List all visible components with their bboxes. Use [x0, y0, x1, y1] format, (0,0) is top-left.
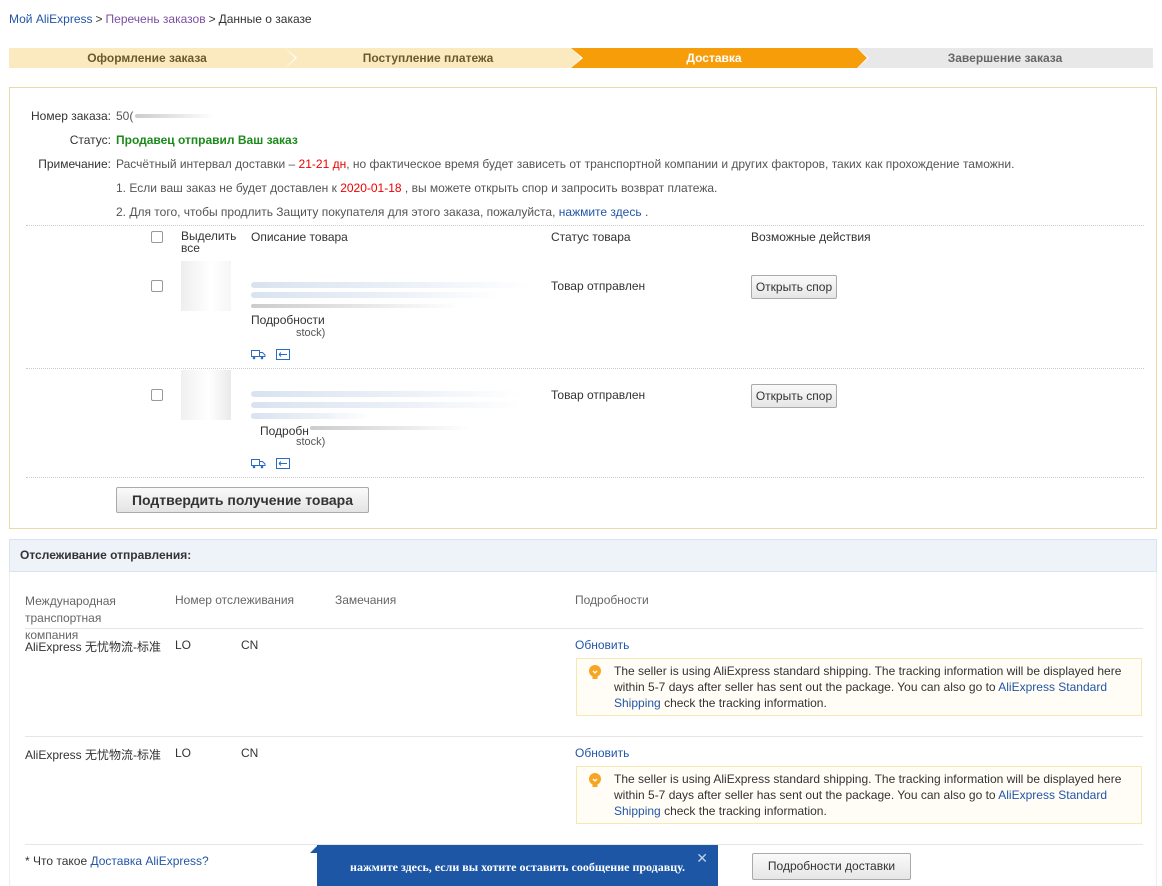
col-description: Описание товара	[251, 230, 348, 244]
order-progress-steps: Оформление заказа Поступление платежа До…	[9, 48, 1153, 68]
extend-protection-link[interactable]: нажмите здесь	[559, 205, 642, 219]
close-icon[interactable]: ✕	[696, 851, 708, 865]
snapshot-icon[interactable]	[276, 458, 290, 469]
truck-icon[interactable]	[251, 349, 266, 360]
dispute-date: 2020-01-18	[340, 181, 402, 195]
status-row: Статус: Продавец отправил Ваш заказ	[69, 133, 298, 147]
order-details-panel: Номер заказа: 50( Статус: Продавец отпра…	[9, 87, 1157, 529]
redacted-order-number	[135, 114, 215, 118]
status-value: Продавец отправил Ваш заказ	[116, 133, 298, 147]
order-number-value: 50(	[116, 109, 134, 123]
carrier-name: AliExpress 无忧物流-标准	[25, 748, 162, 762]
product-title-redacted[interactable]	[251, 391, 521, 397]
product-thumbnail[interactable]	[181, 261, 231, 311]
breadcrumb-orders-list[interactable]: Перечень заказов	[106, 12, 206, 26]
product-title-redacted[interactable]	[251, 282, 531, 288]
divider	[25, 736, 1143, 737]
breadcrumb: Мой AliExpress > Перечень заказов > Данные о…	[9, 12, 312, 26]
tracking-notice: The seller is using AliExpress standard …	[576, 658, 1142, 716]
col-actions: Возможные действия	[751, 230, 871, 244]
delivery-days: 21-21 дн	[298, 157, 347, 171]
divider	[26, 477, 1144, 478]
tracking-number: LO CN	[175, 638, 259, 652]
divider	[26, 368, 1144, 369]
truck-icon[interactable]	[251, 458, 266, 469]
col-remarks: Замечания	[335, 593, 397, 607]
step-order-placed: Оформление заказа	[9, 48, 297, 68]
note-row: Примечание: Расчётный интервал доставки …	[38, 157, 1015, 171]
col-select-all: Выделить все	[181, 229, 237, 255]
lightbulb-icon	[588, 665, 602, 685]
lightbulb-icon	[588, 773, 602, 793]
product-stock: stock)	[296, 327, 326, 339]
col-item-status: Статус товара	[551, 230, 631, 244]
shipping-details-button[interactable]: Подробности доставки	[752, 853, 911, 880]
snapshot-icon[interactable]	[276, 349, 290, 360]
product-checkbox[interactable]	[151, 389, 163, 401]
note-item-2: 2. Для того, чтобы продлить Защиту покуп…	[116, 205, 649, 219]
product-status: Товар отправлен	[551, 279, 646, 293]
refresh-link[interactable]: Обновить	[575, 638, 629, 652]
product-status: Товар отправлен	[551, 388, 646, 402]
tracking-header: Отслеживание отправления:	[9, 539, 1157, 572]
step-order-complete: Завершение заказа	[857, 48, 1153, 68]
step-payment-received: Поступление платежа	[285, 48, 583, 68]
step-shipping: Доставка	[571, 48, 869, 68]
refresh-link[interactable]: Обновить	[575, 746, 629, 760]
product-thumbnail[interactable]	[181, 370, 231, 420]
divider	[26, 225, 1144, 226]
tracking-panel: Международная транспортная компания Номе…	[9, 572, 1157, 886]
tracking-number: LO CN	[175, 746, 259, 760]
divider	[25, 628, 1143, 629]
confirm-receipt-button[interactable]: Подтвердить получение товара	[116, 487, 369, 513]
open-dispute-button[interactable]: Открыть спор	[751, 275, 837, 299]
message-seller-popup[interactable]: нажмите здесь, если вы хотите оставить с…	[310, 845, 718, 886]
what-is-aliexpress-shipping-link[interactable]: Доставка AliExpress?	[90, 854, 208, 868]
col-tracking-number: Номер отслеживания	[175, 593, 295, 607]
shipping-footnote: * Что такое Доставка AliExpress?	[25, 854, 209, 868]
col-details: Подробности	[575, 593, 649, 607]
note-item-1: 1. Если ваш заказ не будет доставлен к 2…	[116, 181, 718, 195]
tracking-notice: The seller is using AliExpress standard …	[576, 766, 1142, 824]
carrier-name: AliExpress 无忧物流-标准	[25, 640, 162, 654]
open-dispute-button[interactable]: Открыть спор	[751, 384, 837, 408]
breadcrumb-current: Данные о заказе	[218, 12, 312, 26]
select-all-checkbox[interactable]	[151, 231, 163, 243]
product-stock: stock)	[296, 436, 326, 448]
message-seller-text[interactable]: нажмите здесь, если вы хотите оставить с…	[350, 860, 685, 874]
product-details: Подробности	[251, 313, 325, 327]
col-carrier: Международная транспортная компания	[25, 594, 116, 642]
product-checkbox[interactable]	[151, 280, 163, 292]
order-number-row: Номер заказа: 50(	[10, 109, 1150, 125]
breadcrumb-my-aliexpress[interactable]: Мой AliExpress	[9, 12, 93, 26]
